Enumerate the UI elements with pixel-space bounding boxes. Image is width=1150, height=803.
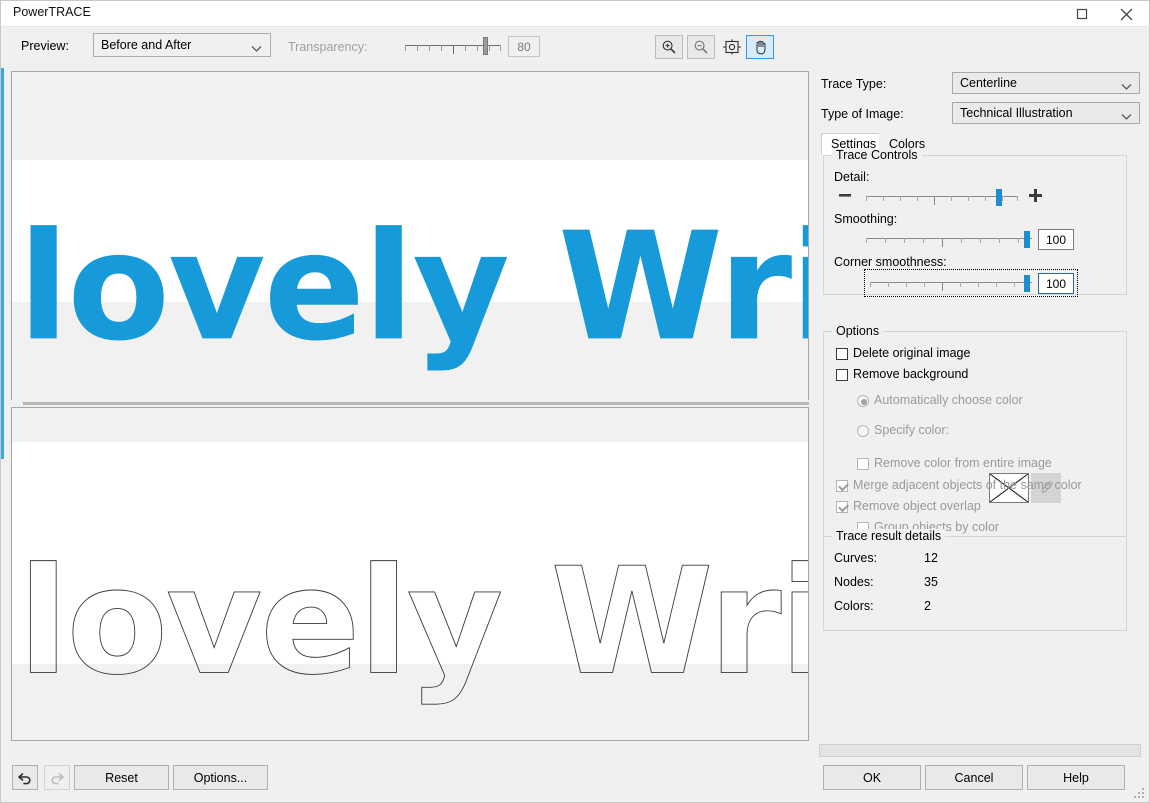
zoom-in-icon[interactable] (655, 35, 683, 59)
nodes-value: 35 (924, 575, 938, 589)
curves-label: Curves: (834, 551, 878, 565)
trace-result-legend: Trace result details (832, 529, 946, 543)
corner-smoothness-slider-thumb[interactable] (1024, 275, 1030, 292)
trace-controls-legend: Trace Controls (832, 148, 922, 162)
trace-controls-group: Trace Controls Detail: Smoothing: 100 Co… (823, 148, 1127, 297)
ok-button[interactable]: OK (823, 765, 921, 790)
close-icon[interactable] (1105, 1, 1147, 27)
preview-mode-value: Before and After (101, 38, 192, 52)
checkbox-label: Remove object overlap (853, 499, 981, 513)
before-artwork: lovely Writer (18, 201, 808, 375)
smoothing-slider-thumb[interactable] (1024, 231, 1030, 248)
options-button[interactable]: Options... (173, 765, 268, 790)
minus-icon[interactable] (838, 188, 852, 207)
radio-label: Automatically choose color (874, 393, 1023, 407)
checkbox-box (836, 369, 848, 381)
trace-type-value: Centerline (960, 76, 1017, 90)
options-group: Options Delete original image Remove bac… (823, 324, 1127, 537)
undo-arrow-icon[interactable] (12, 765, 38, 790)
radio-circle (857, 425, 869, 437)
type-of-image-label: Type of Image: (821, 107, 904, 121)
transparency-slider-thumb[interactable] (483, 37, 488, 55)
slider-track (866, 238, 1032, 239)
redo-arrow-icon (44, 765, 70, 790)
checkbox-label: Remove background (853, 367, 969, 381)
reset-button[interactable]: Reset (74, 765, 169, 790)
settings-panel: Trace Type: Centerline Type of Image: Te… (819, 71, 1141, 771)
left-accent-strip (1, 29, 4, 459)
after-artwork-centerline: lovely Writer (18, 535, 808, 708)
checkbox-label: Delete original image (853, 346, 971, 360)
trace-type-select[interactable]: Centerline (952, 72, 1140, 94)
trace-result-details-group: Trace result details Curves: 12 Nodes: 3… (823, 529, 1127, 631)
checkbox-label: Remove color from entire image (874, 456, 1052, 470)
chevron-down-icon (1121, 110, 1132, 124)
radio-circle (857, 395, 869, 407)
trace-type-label: Trace Type: (821, 77, 887, 91)
preview-mode-select[interactable]: Before and After (93, 33, 271, 57)
chevron-down-icon (251, 42, 262, 56)
colors-label: Colors: (834, 599, 874, 613)
maximize-icon[interactable] (1061, 1, 1103, 27)
preview-toolbar: Preview: Before and After Transparency: (1, 28, 1149, 68)
smoothing-label: Smoothing: (834, 212, 898, 226)
transparency-label: Transparency: (288, 40, 368, 54)
help-button[interactable]: Help (1027, 765, 1125, 790)
plus-icon[interactable] (1028, 188, 1043, 208)
smoothing-value[interactable]: 100 (1038, 229, 1074, 250)
slider-track (870, 282, 1032, 283)
checkbox-box (857, 458, 869, 470)
corner-smoothness-value[interactable]: 100 (1038, 273, 1074, 294)
radio-label: Specify color: (874, 423, 950, 437)
smoothing-slider[interactable] (866, 231, 1032, 250)
preview-label: Preview: (21, 39, 69, 53)
checkbox-box (836, 480, 848, 492)
preview-pane-before[interactable]: lovely Writer (11, 71, 809, 403)
resize-grip[interactable] (1134, 788, 1146, 800)
svg-text:lovely Writer: lovely Writer (18, 536, 808, 708)
checkbox-box (836, 348, 848, 360)
svg-text:lovely Writer: lovely Writer (18, 201, 808, 375)
type-of-image-value: Technical Illustration (960, 106, 1073, 120)
zoom-out-icon[interactable] (687, 35, 715, 59)
nodes-label: Nodes: (834, 575, 874, 589)
title-bar: PowerTRACE (1, 1, 1149, 27)
options-legend: Options (832, 324, 884, 338)
corner-smoothness-slider[interactable] (870, 275, 1032, 294)
transparency-value[interactable]: 80 (508, 36, 540, 57)
detail-slider-thumb[interactable] (996, 189, 1002, 206)
transparency-slider[interactable] (405, 37, 501, 57)
fit-to-window-icon[interactable] (718, 35, 746, 59)
trace-progress-bar (819, 744, 1141, 757)
type-of-image-select[interactable]: Technical Illustration (952, 102, 1140, 124)
pan-hand-icon[interactable] (746, 35, 774, 59)
powertrace-dialog: PowerTRACE Preview: Before and After Tra… (0, 0, 1150, 803)
checkbox-label: Merge adjacent objects of the same color (853, 478, 1082, 492)
window-title: PowerTRACE (13, 5, 91, 19)
detail-label: Detail: (834, 170, 870, 184)
preview-splitter[interactable] (11, 400, 809, 407)
checkbox-box (836, 501, 848, 513)
curves-value: 12 (924, 551, 938, 565)
preview-pane-after[interactable]: lovely Writer (11, 407, 809, 741)
cancel-button[interactable]: Cancel (925, 765, 1023, 790)
detail-slider[interactable] (866, 189, 1018, 208)
colors-value: 2 (924, 599, 931, 613)
corner-smoothness-label: Corner smoothness: (834, 255, 947, 269)
chevron-down-icon (1121, 80, 1132, 94)
